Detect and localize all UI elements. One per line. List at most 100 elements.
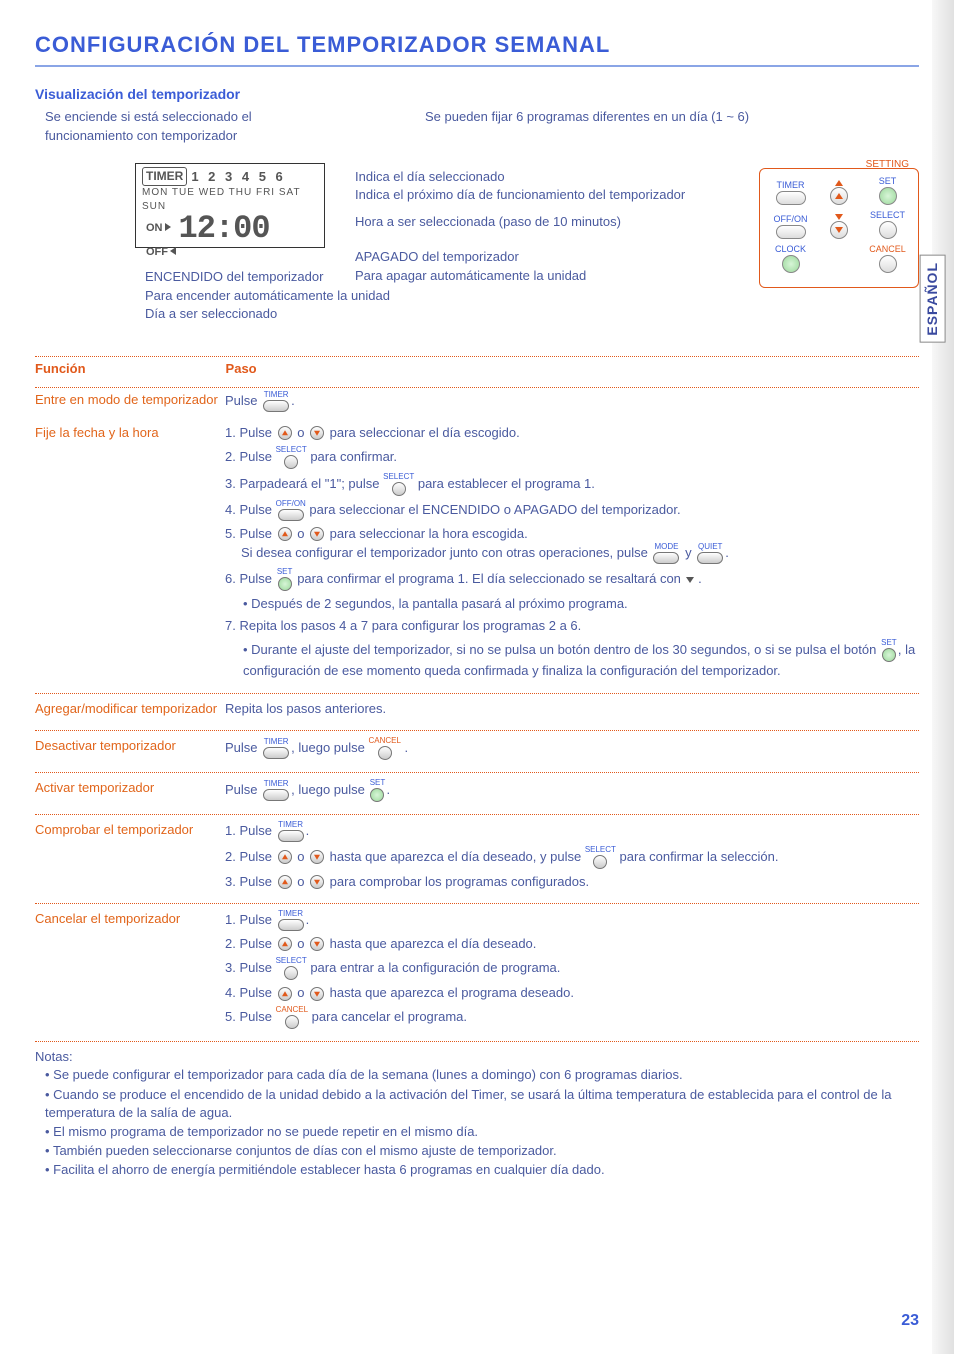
t: , luego pulse [291,782,368,797]
select-lbl: SELECT [276,957,307,965]
remote-set-label: SET [879,177,897,186]
up-btn-icon [278,937,292,951]
select-lbl: SELECT [585,846,616,854]
timer-lbl: TIMER [278,821,303,829]
cancel-btn-icon [378,746,392,760]
set-lbl: SET [277,568,293,576]
lcd-timer-badge: TIMER [142,167,187,186]
t: hasta que aparezca el día deseado, y pul… [326,849,585,864]
t: para cancelar el programa. [308,1009,467,1024]
remote-set-button[interactable] [879,187,897,205]
quiet-btn-icon [697,552,723,564]
page-shadow [932,0,954,1354]
remote-cancel-label: CANCEL [869,245,906,254]
note-six-programs: Se pueden fijar 6 programas diferentes e… [425,108,785,126]
t: o [294,874,308,889]
remote-cancel-button[interactable] [879,255,897,273]
remote-clock-label: CLOCK [775,245,806,254]
row-check: Comprobar el temporizador 1. Pulse TIMER… [35,821,919,895]
display-diagram: Se enciende si está seleccionado el func… [35,108,919,353]
lcd-program-numbers: 1 2 3 4 5 6 [191,168,285,186]
set-btn-icon [278,577,292,591]
func-cancel: Cancelar el temporizador [35,910,225,928]
row-enter-timer: Entre en modo de temporizador Pulse TIME… [35,391,919,416]
lcd-on-label: ON [146,221,171,236]
set-btn-icon [882,648,896,662]
t: 3. Pulse [225,960,276,975]
note-item: Se puede configurar el temporizador para… [45,1066,919,1084]
remote-up-button[interactable] [830,187,848,205]
t: para entrar a la configuración de progra… [307,960,561,975]
annot-on-block: ENCENDIDO del temporizador Para encender… [145,268,405,323]
t: 1. Pulse [225,912,276,927]
t: o [294,849,308,864]
annot-next-day: Indica el próximo día de funcionamiento … [355,186,695,204]
lcd-off-label: OFF [146,246,176,258]
down-btn-icon [310,987,324,1001]
t: para confirmar. [307,449,397,464]
t: 1. Pulse [225,823,276,838]
lcd-display: TIMER 1 2 3 4 5 6 MON TUE WED THU FRI SA… [135,163,325,248]
func-check: Comprobar el temporizador [35,821,225,839]
down-btn-icon [310,850,324,864]
note-item: También pueden seleccionarse conjuntos d… [45,1142,919,1160]
remote-timer-button[interactable] [776,191,806,205]
up-btn-icon [278,426,292,440]
t: para seleccionar la hora escogida. [326,526,528,541]
select-lbl: SELECT [383,473,414,481]
annot-day-selected: Indica el día seleccionado [355,168,675,186]
annot-off: APAGADO del temporizador Para apagar aut… [355,248,695,284]
t: para confirmar el programa 1. El día sel… [294,571,685,586]
func-add-modify: Agregar/modificar temporizador [35,700,225,718]
t: 4. Pulse [225,502,276,517]
t: Pulse [225,740,261,755]
func-enter-timer: Entre en modo de temporizador [35,391,225,409]
select-btn-icon [284,966,298,980]
timer-btn-icon [278,919,304,931]
cancel-lbl: CANCEL [368,737,400,745]
t: 3. Pulse [225,874,276,889]
t: para seleccionar el día escogido. [326,425,520,440]
t: o [294,936,308,951]
lcd-time: 12:00 [179,216,270,242]
remote-select-button[interactable] [879,221,897,239]
func-enable: Activar temporizador [35,779,225,797]
timer-lbl: TIMER [264,738,289,746]
t: 4. Pulse [225,985,276,1000]
timer-lbl: TIMER [264,780,289,788]
cancel-lbl: CANCEL [276,1006,308,1014]
remote-select-label: SELECT [870,211,905,220]
t: 3. Parpadeará el "1"; pulse [225,476,383,491]
t: o [294,985,308,1000]
t: o [294,425,308,440]
timer-btn-icon [278,830,304,842]
t: Si desea configurar el temporizador junt… [225,545,651,560]
remote-clock-button[interactable] [782,255,800,273]
t: 2. Pulse [225,936,276,951]
timer-btn-icon [263,789,289,801]
t: 5. Pulse [225,526,276,541]
t: 1. Pulse [225,425,276,440]
quiet-lbl: QUIET [698,543,722,551]
func-set-datetime: Fije la fecha y la hora [35,424,225,442]
remote-offon-button[interactable] [776,225,806,239]
t: • Durante el ajuste del temporizador, si… [243,642,880,657]
note-item: Facilita el ahorro de energía permitiénd… [45,1161,919,1179]
page-number: 23 [901,1310,919,1332]
up-btn-icon [278,850,292,864]
mode-lbl: MODE [654,543,678,551]
set-lbl: SET [881,639,897,647]
page-title: CONFIGURACIÓN DEL TEMPORIZADOR SEMANAL [35,30,919,67]
select-btn-icon [593,855,607,869]
t: para confirmar la selección. [616,849,779,864]
select-lbl: SELECT [276,446,307,454]
t: o [294,526,308,541]
t: Pulse [225,782,261,797]
remote-down-button[interactable] [830,221,848,239]
t: 6. Pulse [225,571,276,586]
t: para seleccionar el ENCENDIDO o APAGADO … [306,502,681,517]
note-item: El mismo programa de temporizador no se … [45,1123,919,1141]
timer-lbl: TIMER [278,910,303,918]
set-lbl: SET [370,779,386,787]
t: 2. Pulse [225,849,276,864]
